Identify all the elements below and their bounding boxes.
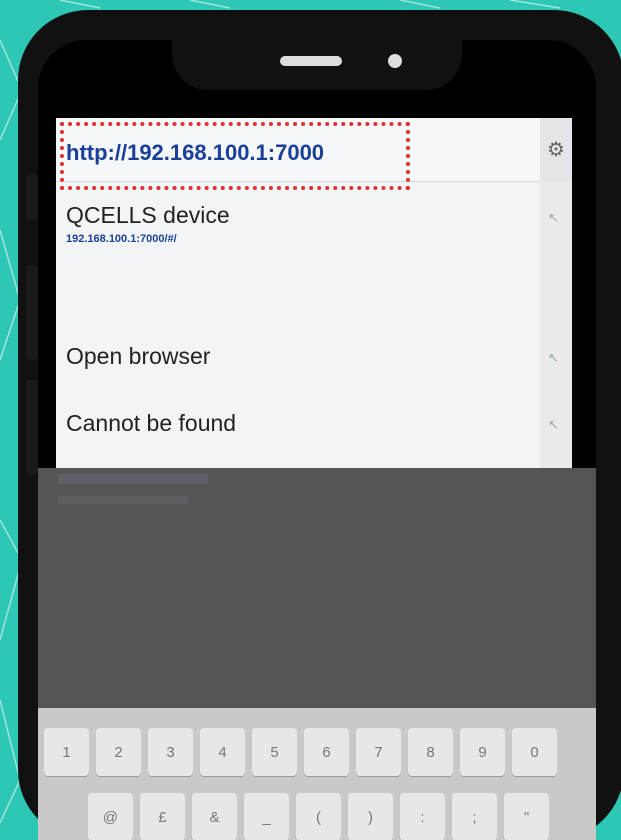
faded-text [58,496,188,504]
arrow-up-left-icon[interactable]: ↖ [548,417,559,433]
key-6[interactable]: 6 [304,728,349,776]
key-8[interactable]: 8 [408,728,453,776]
key-4[interactable]: 4 [200,728,245,776]
front-camera [388,54,402,68]
keyboard-row-numbers: 1 2 3 4 5 6 7 8 9 0 [44,728,557,776]
browser-suggestions-panel: http://192.168.100.1:7000 ⚙ QCELLS devic… [56,118,572,468]
key-5[interactable]: 5 [252,728,297,776]
key-2[interactable]: 2 [96,728,141,776]
speaker [280,56,342,66]
url-highlight-box [60,122,410,190]
key-0[interactable]: 0 [512,728,557,776]
key-close-paren[interactable]: ) [348,793,393,840]
suggestion-qcells-url: 192.168.100.1:7000/#/ [66,233,177,245]
suggestion-cannot-be-found[interactable]: Cannot be found [66,410,236,437]
suggestion-open-browser[interactable]: Open browser [66,343,210,370]
key-9[interactable]: 9 [460,728,505,776]
key-quote[interactable]: " [504,793,549,840]
mute-switch [26,175,38,220]
key-underscore[interactable]: _ [244,793,289,840]
gear-icon: ⚙ [547,139,565,161]
key-at[interactable]: @ [88,793,133,840]
key-7[interactable]: 7 [356,728,401,776]
key-semicolon[interactable]: ; [452,793,497,840]
arrow-up-left-icon[interactable]: ↖ [548,350,559,366]
suggestion-qcells-device[interactable]: QCELLS device [66,202,230,229]
arrow-up-left-icon[interactable]: ↖ [548,210,559,226]
onscreen-keyboard: 1 2 3 4 5 6 7 8 9 0 @ £ & _ ( ) : ; " [38,708,596,840]
key-1[interactable]: 1 [44,728,89,776]
key-colon[interactable]: : [400,793,445,840]
phone-screen: http://192.168.100.1:7000 ⚙ QCELLS devic… [38,40,596,840]
key-pound[interactable]: £ [140,793,185,840]
volume-down-button [26,380,38,475]
notch [172,40,462,90]
volume-up-button [26,265,38,360]
key-ampersand[interactable]: & [192,793,237,840]
keyboard-row-symbols: @ £ & _ ( ) : ; " [88,793,549,840]
key-open-paren[interactable]: ( [296,793,341,840]
faded-text [58,474,208,484]
settings-button[interactable]: ⚙ [540,118,572,181]
key-3[interactable]: 3 [148,728,193,776]
